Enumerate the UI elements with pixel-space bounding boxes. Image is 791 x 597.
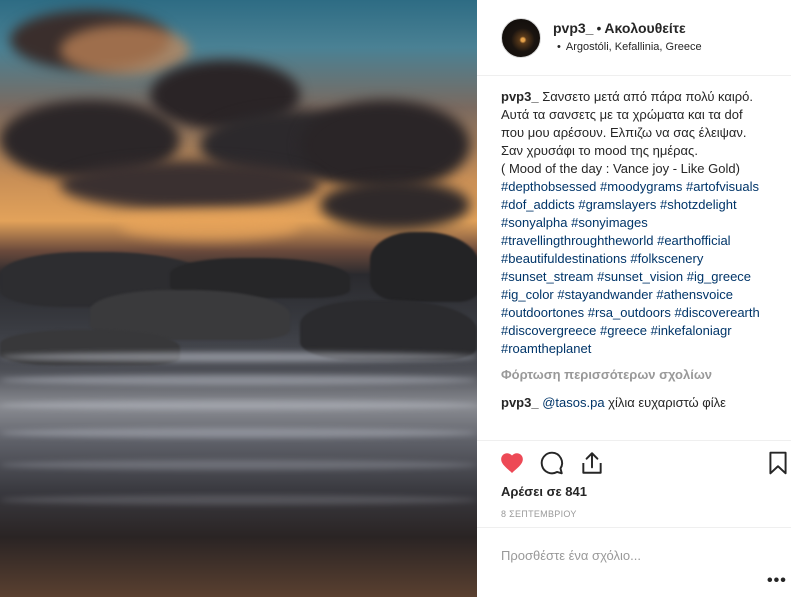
load-more-comments-button[interactable]: Φόρτωση περισσότερων σχολίων (501, 366, 769, 384)
caption-comment: pvp3_ Σανσετο μετά από πάρα πολύ καιρό. … (501, 88, 769, 358)
comment-text: χίλια ευχαριστώ φίλε (604, 395, 726, 410)
location-link[interactable]: Argostóli, Kefallinia, Greece (566, 41, 702, 53)
caption-hashtags[interactable]: #depthobsessed #moodygrams #artofvisuals… (501, 179, 760, 356)
comment-username[interactable]: pvp3_ (501, 395, 539, 410)
bookmark-icon[interactable] (765, 450, 791, 476)
post-photo (0, 0, 477, 597)
user-line: pvp3_ • Ακολουθείτε (553, 20, 686, 36)
post-date[interactable]: 8 ΣΕΠΤΕΜΒΡΙΟΥ (501, 509, 577, 519)
likes-count[interactable]: Αρέσει σε 841 (501, 484, 587, 499)
caption-username[interactable]: pvp3_ (501, 89, 539, 104)
following-button[interactable]: Ακολουθείτε (604, 20, 685, 36)
post-side-panel: pvp3_ • Ακολουθείτε • Argostóli, Kefallinia… (477, 0, 791, 597)
location-line: • Argostóli, Kefallinia, Greece (557, 41, 702, 53)
comment-icon[interactable] (539, 450, 565, 476)
heart-icon[interactable] (499, 450, 525, 476)
avatar[interactable] (501, 18, 541, 58)
comment-input[interactable]: Προσθέστε ένα σχόλιο... (501, 548, 641, 563)
action-bar (477, 440, 791, 486)
username-link[interactable]: pvp3_ (553, 20, 593, 36)
add-comment-section: Προσθέστε ένα σχόλιο... ••• (477, 527, 791, 597)
location-bullet: • (557, 41, 561, 53)
more-options-icon[interactable]: ••• (767, 572, 787, 590)
comments-area[interactable]: pvp3_ Σανσετο μετά από πάρα πολύ καιρό. … (501, 88, 769, 440)
share-icon[interactable] (579, 450, 605, 476)
post-header: pvp3_ • Ακολουθείτε • Argostóli, Kefallinia… (477, 0, 791, 76)
separator-dot: • (596, 20, 602, 36)
comment-item: pvp3_ @tasos.pa χίλια ευχαριστώ φίλε (501, 394, 769, 412)
comment-mention[interactable]: @tasos.pa (542, 395, 604, 410)
caption-text: Σανσετο μετά από πάρα πολύ καιρό. Αυτά τ… (501, 89, 754, 176)
